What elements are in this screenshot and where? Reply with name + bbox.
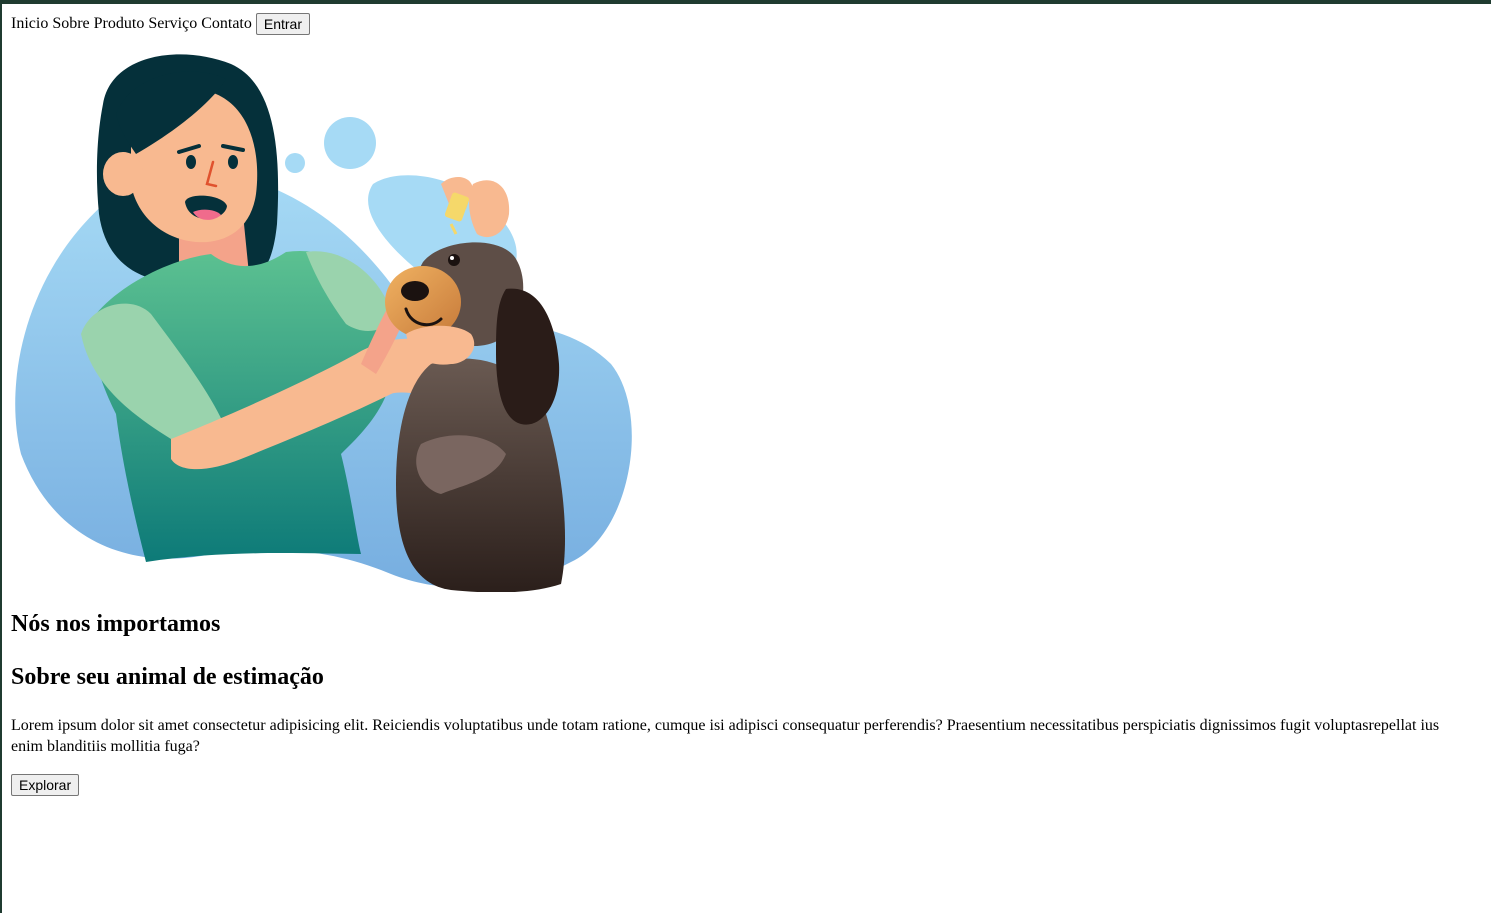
hero-illustration [15, 54, 632, 592]
page-content: Inicio Sobre Produto Serviço Contato Ent… [11, 13, 1471, 796]
hero-title: Nós nos importamos [11, 611, 221, 637]
explore-button[interactable]: Explorar [11, 774, 80, 796]
hero-description: Lorem ipsum dolor sit amet consectetur a… [11, 717, 1440, 755]
hero-subtitle: Sobre seu animal de estimação [11, 664, 324, 690]
nav-link-servico[interactable]: Serviço [148, 14, 197, 34]
nav-link-sobre[interactable]: Sobre [52, 14, 89, 34]
nav-link-contato[interactable]: Contato [201, 14, 252, 34]
nav-link-produto[interactable]: Produto [94, 14, 145, 34]
main-nav: Inicio Sobre Produto Serviço Contato Ent… [11, 13, 1471, 35]
nav-link-inicio[interactable]: Inicio [11, 14, 48, 34]
window-left-border [0, 0, 2, 913]
window-top-border [0, 0, 1491, 4]
login-button[interactable]: Entrar [255, 13, 310, 35]
dog-figure [385, 242, 566, 592]
